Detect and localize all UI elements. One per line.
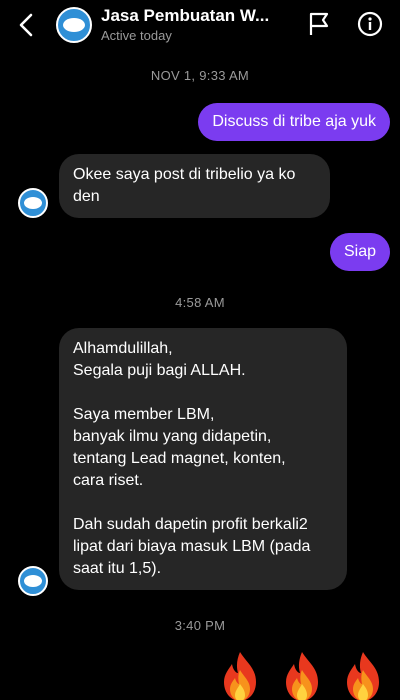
contact-name[interactable]: Jasa Pembuatan W... [101,6,285,26]
message-line: Saya member LBM, [73,406,215,423]
chevron-left-icon[interactable] [14,12,38,38]
active-status: Active today [101,28,172,43]
message-line: tentang Lead magnet, konten, [73,450,286,467]
message-gap [73,492,333,514]
message-line: cara riset. [73,472,144,489]
message-gap [73,382,333,404]
emoji-message[interactable] [212,650,400,700]
incoming-message[interactable]: Okee saya post di tribelio ya ko den [59,154,330,218]
timestamp: 3:40 PM [174,618,226,633]
message-line: Alhamdulillah, [73,340,173,357]
outgoing-message[interactable]: Siap [329,233,390,271]
flag-icon[interactable] [308,12,330,36]
sender-avatar [18,188,48,218]
message-line: den [73,188,100,205]
message-line: Dah sudah dapetin profit berkali2 [73,516,308,533]
message-line: Segala puji bagi ALLAH. [73,362,246,379]
message-line: lipat dari biaya masuk LBM (pada [73,538,311,555]
sender-avatar [18,566,48,596]
fire-icon [224,652,256,700]
outgoing-message[interactable]: Discuss di tribe aja yuk [198,103,390,141]
info-icon[interactable] [357,11,383,37]
timestamp: 4:58 AM [175,295,225,310]
timestamp: NOV 1, 9:33 AM [150,68,250,83]
message-line: saat itu 1,5). [73,560,162,577]
message-line: banyak ilmu yang didapetin, [73,428,272,445]
fire-icon [286,652,318,700]
message-line: Okee saya post di tribelio ya ko [73,166,296,183]
incoming-message[interactable]: Alhamdulillah, Segala puji bagi ALLAH. S… [59,328,347,590]
contact-avatar[interactable] [56,7,92,43]
chat-header: Jasa Pembuatan W... Active today [0,0,400,52]
fire-icon [347,652,379,700]
